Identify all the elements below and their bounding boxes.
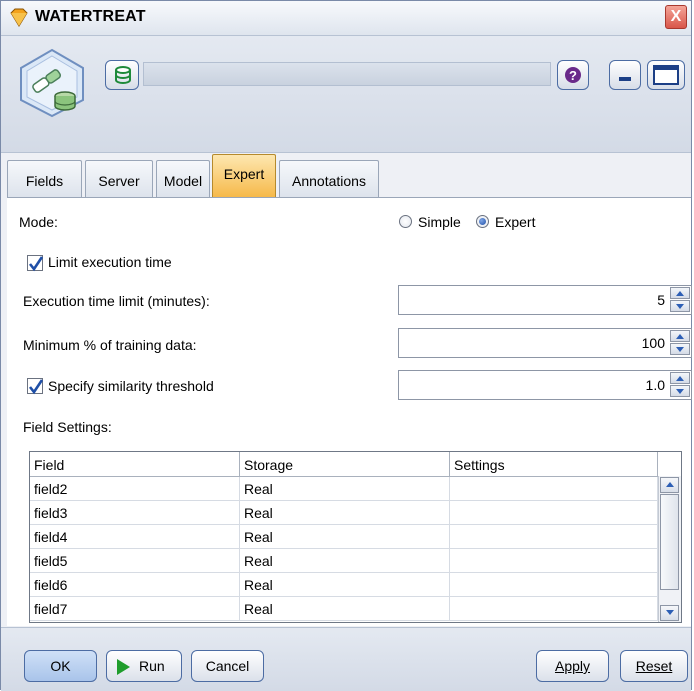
maximize-button[interactable] <box>647 60 685 90</box>
cell-settings[interactable] <box>450 501 658 524</box>
title-bar[interactable]: WATERTREAT X <box>1 1 691 36</box>
spinner-up-icon[interactable] <box>670 372 690 384</box>
mode-expert-label[interactable]: Expert <box>495 214 535 230</box>
cell-field: field7 <box>30 597 240 620</box>
cell-settings[interactable] <box>450 549 658 572</box>
similarity-label[interactable]: Specify similarity threshold <box>48 378 214 394</box>
cell-field: field6 <box>30 573 240 596</box>
cancel-label: Cancel <box>205 658 250 674</box>
checkmark-icon <box>28 379 44 395</box>
model-node-icon <box>20 48 84 118</box>
svg-text:?: ? <box>569 68 577 83</box>
ok-label: OK <box>50 658 71 674</box>
checkmark-icon <box>28 256 44 272</box>
table-row[interactable]: field2 Real <box>30 477 658 501</box>
cell-field: field4 <box>30 525 240 548</box>
cancel-button[interactable]: Cancel <box>191 650 264 682</box>
limit-execution-label[interactable]: Limit execution time <box>48 254 172 270</box>
ok-button[interactable]: OK <box>24 650 97 682</box>
column-header-field[interactable]: Field <box>30 452 240 476</box>
tab-server[interactable]: Server <box>85 160 153 197</box>
header-toolbar <box>143 62 551 86</box>
close-icon: X <box>670 8 682 25</box>
similarity-spinner[interactable]: 1.0 <box>398 370 692 400</box>
similarity-checkbox[interactable] <box>27 378 44 395</box>
dialog-footer: OK Run Cancel Apply Reset <box>1 627 691 691</box>
execution-time-value[interactable]: 5 <box>657 292 665 308</box>
cell-settings[interactable] <box>450 525 658 548</box>
table-scrollbar[interactable] <box>658 476 681 622</box>
spinner-up-icon[interactable] <box>670 287 690 299</box>
apply-label: Apply <box>554 658 591 674</box>
field-settings-table[interactable]: Field Storage Settings field2 Real field… <box>29 451 682 623</box>
tab-expert[interactable]: Expert <box>212 154 276 197</box>
cell-settings[interactable] <box>450 477 658 500</box>
table-row[interactable]: field4 Real <box>30 525 658 549</box>
table-row[interactable]: field5 Real <box>30 549 658 573</box>
window-title: WATERTREAT <box>35 8 146 25</box>
maximize-icon <box>653 65 679 85</box>
cell-field: field2 <box>30 477 240 500</box>
column-header-settings[interactable]: Settings <box>450 452 658 476</box>
node-header: ? <box>1 36 691 153</box>
table-row[interactable]: field6 Real <box>30 573 658 597</box>
cell-field: field5 <box>30 549 240 572</box>
tab-fields[interactable]: Fields <box>7 160 82 197</box>
run-label: Run <box>139 658 165 674</box>
cell-settings[interactable] <box>450 573 658 596</box>
tab-model[interactable]: Model <box>156 160 210 197</box>
reset-label: Reset <box>635 658 673 674</box>
database-button[interactable] <box>105 60 139 90</box>
field-settings-label: Field Settings: <box>23 419 112 435</box>
limit-execution-checkbox[interactable] <box>27 255 44 272</box>
app-diamond-icon <box>10 8 28 27</box>
help-button[interactable]: ? <box>557 60 589 90</box>
spinner-down-icon[interactable] <box>670 343 690 355</box>
mode-simple-radio[interactable] <box>399 215 412 228</box>
play-icon <box>117 659 130 675</box>
cell-settings[interactable] <box>450 597 658 620</box>
scroll-down-icon[interactable] <box>660 605 679 621</box>
cell-storage: Real <box>240 477 450 500</box>
scroll-thumb[interactable] <box>660 494 679 590</box>
spinner-down-icon[interactable] <box>670 300 690 312</box>
similarity-value[interactable]: 1.0 <box>646 377 665 393</box>
mode-expert-radio[interactable] <box>476 215 489 228</box>
table-row[interactable]: field3 Real <box>30 501 658 525</box>
help-icon: ? <box>565 67 581 83</box>
minimize-button[interactable] <box>609 60 641 90</box>
dialog-window: WATERTREAT X ? Fields Server Model Exper… <box>0 0 692 691</box>
table-header: Field Storage Settings <box>30 452 658 477</box>
cell-storage: Real <box>240 501 450 524</box>
cell-storage: Real <box>240 573 450 596</box>
apply-button[interactable]: Apply <box>536 650 609 682</box>
mode-label: Mode: <box>19 214 58 230</box>
reset-button[interactable]: Reset <box>620 650 688 682</box>
run-button[interactable]: Run <box>106 650 182 682</box>
spinner-up-icon[interactable] <box>670 330 690 342</box>
scroll-up-icon[interactable] <box>660 477 679 493</box>
close-button[interactable]: X <box>665 5 687 29</box>
execution-time-spinner[interactable]: 5 <box>398 285 692 315</box>
min-training-label: Minimum % of training data: <box>23 337 197 353</box>
cell-storage: Real <box>240 597 450 620</box>
mode-simple-label[interactable]: Simple <box>418 214 461 230</box>
cell-field: field3 <box>30 501 240 524</box>
tab-annotations[interactable]: Annotations <box>279 160 379 197</box>
database-icon <box>115 66 131 84</box>
execution-time-label: Execution time limit (minutes): <box>23 293 210 309</box>
table-row[interactable]: field7 Real <box>30 597 658 621</box>
column-header-storage[interactable]: Storage <box>240 452 450 476</box>
min-training-spinner[interactable]: 100 <box>398 328 692 358</box>
cell-storage: Real <box>240 549 450 572</box>
min-training-value[interactable]: 100 <box>642 335 665 351</box>
minimize-icon <box>619 77 631 81</box>
spinner-down-icon[interactable] <box>670 385 690 397</box>
cell-storage: Real <box>240 525 450 548</box>
